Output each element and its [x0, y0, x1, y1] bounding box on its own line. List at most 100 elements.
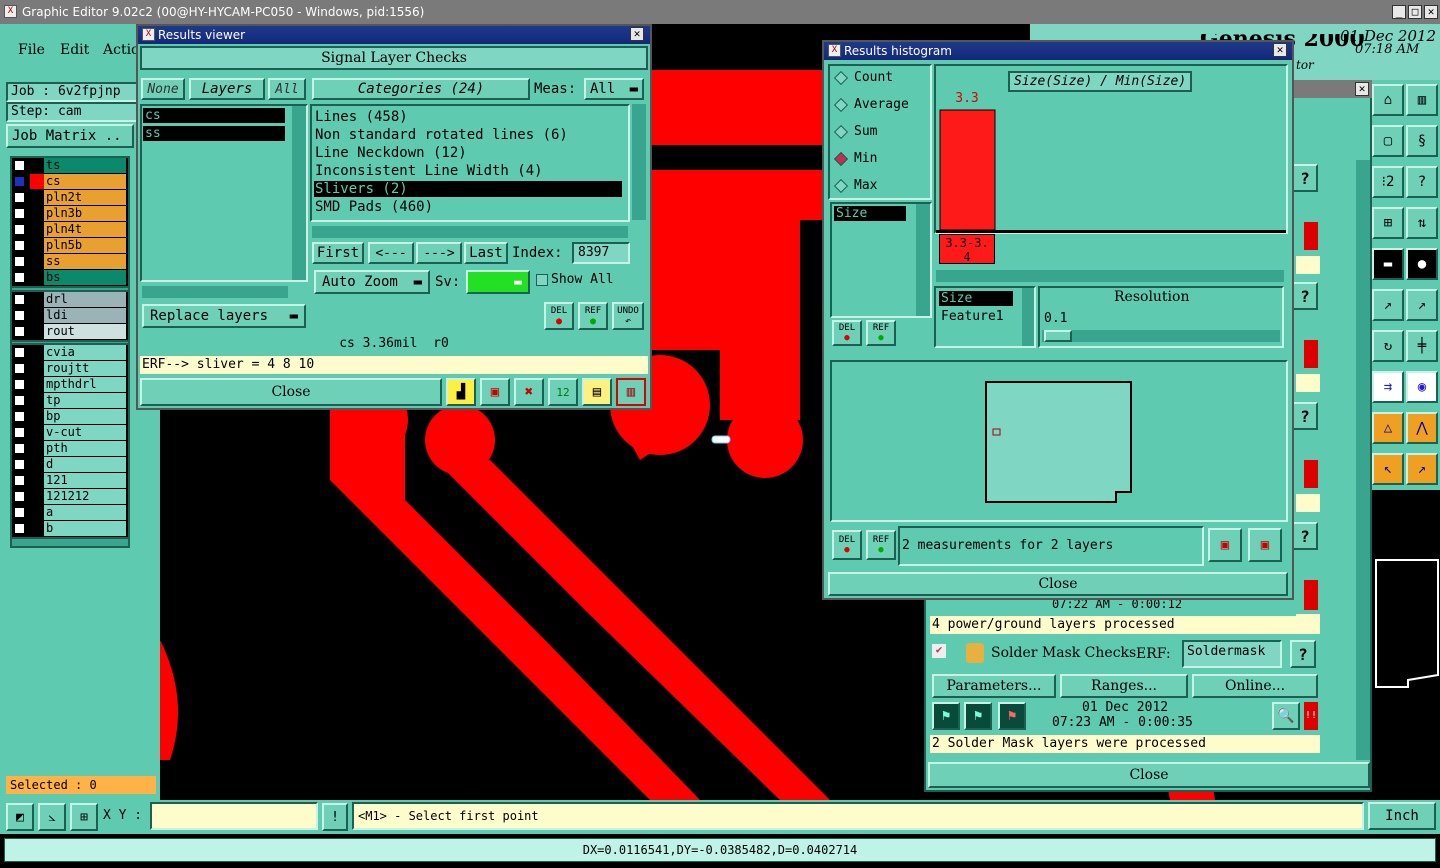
- rv-close-icon[interactable]: ✕: [630, 27, 644, 41]
- rv-tool-6-icon[interactable]: ▥: [616, 378, 646, 406]
- hist-range-label[interactable]: 3.3-3.4: [939, 234, 995, 264]
- hist-resolution-thumb[interactable]: [1044, 330, 1072, 342]
- layer-row-ldi[interactable]: ldi: [44, 308, 126, 323]
- measure-icon[interactable]: ⦣: [38, 803, 66, 831]
- tool-icon-14[interactable]: ╪: [1406, 330, 1438, 362]
- run-icon-2[interactable]: ⚑: [964, 702, 992, 730]
- close-icon[interactable]: ✕: [1424, 5, 1438, 19]
- layer-row-ts[interactable]: ts: [44, 158, 126, 173]
- tool-icon-7[interactable]: ⊞: [1372, 207, 1404, 239]
- online-button[interactable]: Online...: [1192, 674, 1318, 698]
- layer-checkbox[interactable]: [14, 523, 25, 534]
- rv-next-button[interactable]: --->: [416, 242, 462, 264]
- run-icon-1[interactable]: ⚑: [932, 702, 960, 730]
- layer-row-pth[interactable]: pth: [44, 441, 126, 456]
- rv-categories-button[interactable]: Categories (24): [312, 78, 530, 100]
- analysis-help-button[interactable]: ?: [1292, 282, 1318, 310]
- rv-category-item[interactable]: SMD Pads (460): [314, 199, 622, 215]
- rv-meas-select[interactable]: All ▬: [584, 78, 644, 100]
- layer-row-pln2t[interactable]: pln2t: [44, 190, 126, 205]
- rv-all-button[interactable]: All: [268, 78, 306, 100]
- hist-export-icon-2[interactable]: ▣: [1248, 528, 1282, 562]
- rv-auto-zoom-select[interactable]: Auto Zoom ▬: [314, 270, 430, 294]
- menu-file[interactable]: File: [18, 42, 45, 58]
- run-icon-3[interactable]: ⚑: [998, 702, 1026, 730]
- layer-row-rout[interactable]: rout: [44, 324, 126, 339]
- info-icon[interactable]: !: [322, 803, 348, 831]
- tool-icon-6[interactable]: ?: [1406, 166, 1438, 198]
- grid-icon[interactable]: ⊞: [70, 803, 98, 831]
- tool-icon-18[interactable]: ⋀: [1406, 412, 1438, 444]
- hist-x-size[interactable]: Size: [939, 291, 1013, 306]
- rv-category-item[interactable]: Lines (458): [314, 109, 622, 125]
- layer-row-drl[interactable]: drl: [44, 292, 126, 307]
- analysis-close-icon[interactable]: ✕: [1355, 82, 1369, 96]
- rv-undo-button[interactable]: UNDO ↶: [612, 302, 644, 330]
- tool-icon-15[interactable]: ⇉: [1372, 371, 1404, 403]
- rv-layer-cs[interactable]: cs: [143, 108, 285, 123]
- menu-actions[interactable]: Actio: [103, 42, 139, 58]
- menu-edit[interactable]: Edit: [60, 42, 89, 58]
- rv-ref-button[interactable]: REF ●: [578, 302, 608, 330]
- tool-icon-13[interactable]: ↻: [1372, 330, 1404, 362]
- analysis-help-button[interactable]: ?: [1292, 164, 1318, 192]
- hist-x-scroll[interactable]: [1022, 288, 1034, 346]
- rv-category-item[interactable]: Line Neckdown (12): [314, 145, 622, 161]
- layer-row-roujtt[interactable]: roujtt: [44, 361, 126, 376]
- tool-icon-3[interactable]: ▢: [1372, 125, 1404, 157]
- layer-row-bs[interactable]: bs: [44, 270, 126, 285]
- job-matrix-button[interactable]: Job Matrix ..: [6, 124, 134, 148]
- hist-del-button[interactable]: DEL ●: [832, 320, 862, 346]
- tool-icon-20[interactable]: ↗: [1406, 453, 1438, 485]
- tool-icon-16[interactable]: ◉: [1406, 371, 1438, 403]
- hist-x-feature[interactable]: Feature1: [939, 309, 1004, 324]
- rv-sv-color[interactable]: ▬: [466, 270, 530, 294]
- layer-row-pln3b[interactable]: pln3b: [44, 206, 126, 221]
- hist-list-scroll[interactable]: [916, 204, 930, 316]
- rv-tool-5-icon[interactable]: ▤: [582, 378, 612, 406]
- layer-checkbox[interactable]: [14, 427, 25, 438]
- rv-layer-ss[interactable]: ss: [143, 126, 285, 141]
- tool-icon-12[interactable]: ↗: [1406, 289, 1438, 321]
- snap-icon[interactable]: ◩: [6, 803, 34, 831]
- tool-icon-17[interactable]: △: [1372, 412, 1404, 444]
- rv-index-input[interactable]: 8397: [572, 242, 630, 264]
- tool-icon-2[interactable]: ▥: [1406, 84, 1438, 116]
- solder-check-icon[interactable]: ✔: [932, 644, 946, 658]
- hist-option-max[interactable]: Max: [833, 178, 877, 193]
- hist-ref-button-2[interactable]: REF ●: [866, 530, 896, 560]
- rv-layer-scroll[interactable]: [292, 106, 306, 280]
- maximize-icon[interactable]: □: [1408, 5, 1422, 19]
- rv-category-item[interactable]: Inconsistent Line Width (4): [314, 163, 622, 179]
- layer-checkbox[interactable]: [14, 363, 25, 374]
- layer-row-a[interactable]: a: [44, 505, 126, 520]
- rv-prev-button[interactable]: <---: [368, 242, 414, 264]
- tool-icon-8[interactable]: ⇅: [1406, 207, 1438, 239]
- hist-bar-0[interactable]: [939, 109, 996, 231]
- rv-category-item[interactable]: Non standard rotated lines (6): [314, 127, 622, 143]
- layer-row-tp[interactable]: tp: [44, 393, 126, 408]
- rv-tool-2-icon[interactable]: ▣: [480, 378, 510, 406]
- layer-row-121[interactable]: 121: [44, 473, 126, 488]
- layer-row-121212[interactable]: 121212: [44, 489, 126, 504]
- layer-row-cvia[interactable]: cvia: [44, 345, 126, 360]
- layer-checkbox[interactable]: [14, 294, 25, 305]
- hist-option-count[interactable]: Count: [833, 70, 893, 85]
- hist-export-icon-1[interactable]: ▣: [1208, 528, 1242, 562]
- rv-first-button[interactable]: First: [312, 242, 364, 264]
- layer-row-ss[interactable]: ss: [44, 254, 126, 269]
- tool-icon-10[interactable]: ●: [1406, 248, 1438, 280]
- layer-row-mpthdrl[interactable]: mpthdrl: [44, 377, 126, 392]
- rv-tool-4-icon[interactable]: 12: [548, 378, 578, 406]
- layer-row-bp[interactable]: bp: [44, 409, 126, 424]
- layer-checkbox[interactable]: [14, 208, 25, 219]
- solder-erf-input[interactable]: Soldermask: [1182, 640, 1282, 668]
- hist-del-button-2[interactable]: DEL ●: [832, 530, 862, 560]
- rv-layers-tab[interactable]: Layers: [189, 78, 265, 100]
- tool-icon-5[interactable]: ⁝2: [1372, 166, 1404, 198]
- layer-row-b[interactable]: b: [44, 521, 126, 536]
- hist-hscroll[interactable]: [936, 270, 1284, 282]
- layer-checkbox[interactable]: [14, 507, 25, 518]
- rv-category-hscroll[interactable]: [312, 226, 628, 238]
- layer-checkbox[interactable]: [14, 176, 25, 187]
